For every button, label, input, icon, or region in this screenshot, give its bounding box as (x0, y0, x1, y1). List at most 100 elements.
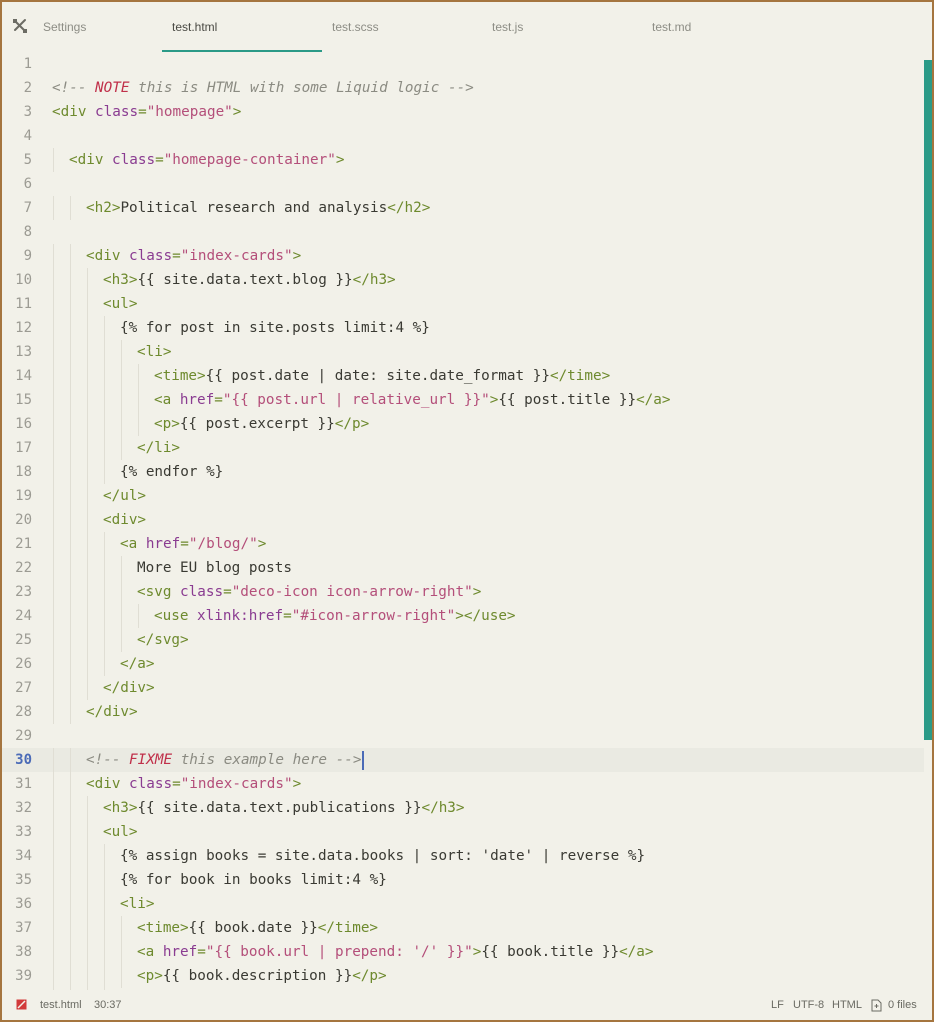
indent-guide (53, 532, 54, 556)
tab-test-md[interactable]: test.md (642, 2, 802, 52)
code-line[interactable]: 19 </ul> (2, 484, 924, 508)
tab-settings[interactable]: Settings (33, 2, 161, 52)
code-editor[interactable]: 1 2 <!-- NOTE this is HTML with some Liqui… (2, 52, 932, 990)
code-line[interactable]: 23 <svg class="deco-icon icon-arrow-right… (2, 580, 924, 604)
indent-guide (104, 652, 105, 676)
scrollbar[interactable] (924, 60, 932, 740)
code-text: <div> (103, 508, 146, 532)
code-line[interactable]: 24 <use xlink:href="#icon-arrow-right"></… (2, 604, 924, 628)
line-number: 2 (23, 80, 32, 96)
code-line[interactable]: 8 (2, 220, 924, 244)
code-text: </div> (103, 676, 155, 700)
code-line[interactable]: 2 <!-- NOTE this is HTML with some Liquid… (2, 76, 924, 100)
code-token: </h2> (387, 200, 431, 216)
status-line-ending[interactable]: LF (771, 990, 784, 1020)
indent-guide (104, 964, 105, 988)
code-line[interactable]: 9 <div class="index-cards"> (2, 244, 924, 268)
code-line[interactable]: 20 <div> (2, 508, 924, 532)
line-number: 4 (23, 128, 32, 144)
code-line[interactable]: 10 <h3>{{ site.data.text.blog }}</h3> (2, 268, 924, 292)
code-token: </div> (86, 704, 138, 720)
indent-guide (70, 196, 71, 220)
code-token: </ul> (103, 488, 147, 504)
tab-test-html-label: test.html (172, 20, 218, 34)
indent-guide (53, 628, 54, 652)
code-token: </time> (549, 368, 611, 384)
code-line[interactable]: 21 <a href="/blog/"> (2, 532, 924, 556)
code-line[interactable]: 32 <h3>{{ site.data.text.publications }}<… (2, 796, 924, 820)
indent-guide (53, 460, 54, 484)
code-text: <time>{{ book.date }}</time> (137, 916, 378, 940)
tab-test-scss-label: test.scss (332, 20, 379, 34)
code-line[interactable]: 3 <div class="homepage"> (2, 100, 924, 124)
indent-guide (87, 508, 88, 532)
code-token: </a> (636, 392, 671, 408)
tab-test-scss[interactable]: test.scss (322, 2, 482, 52)
code-line[interactable]: 22 More EU blog posts (2, 556, 924, 580)
code-line[interactable]: 28 </div> (2, 700, 924, 724)
code-line[interactable]: 6 (2, 172, 924, 196)
code-line[interactable]: 13 <li> (2, 340, 924, 364)
code-line[interactable]: 1 (2, 52, 924, 76)
status-cursor-position[interactable]: 30:37 (94, 990, 122, 1020)
code-line[interactable]: 26 </a> (2, 652, 924, 676)
status-bar: test.html 30:37 LF UTF-8 HTML 0 files (2, 990, 932, 1020)
code-text: <p>{{ book.description }}</p> (137, 964, 387, 988)
code-line[interactable]: 27 </div> (2, 676, 924, 700)
code-token: "#icon-arrow-right" (291, 608, 456, 624)
code-line[interactable]: 34 {% assign books = site.data.books | so… (2, 844, 924, 868)
code-line[interactable]: 7 <h2>Political research and analysis</h2… (2, 196, 924, 220)
code-line[interactable]: 39 <p>{{ book.description }}</p> (2, 964, 924, 988)
code-line[interactable]: 15 <a href="{{ post.url | relative_url }}… (2, 388, 924, 412)
indent-guide (53, 292, 54, 316)
code-line[interactable]: 33 <ul> (2, 820, 924, 844)
code-text: More EU blog posts (137, 556, 292, 580)
indent-guide (53, 796, 54, 820)
code-token: > (292, 776, 302, 792)
code-line[interactable]: 4 (2, 124, 924, 148)
indent-guide (121, 916, 122, 940)
code-line[interactable]: 25 </svg> (2, 628, 924, 652)
code-line[interactable]: 14 <time>{{ post.date | date: site.date_f… (2, 364, 924, 388)
code-line[interactable]: 31 <div class="index-cards"> (2, 772, 924, 796)
indent-guide (53, 412, 54, 436)
tab-test-html[interactable]: test.html (162, 2, 322, 52)
status-encoding[interactable]: UTF-8 (793, 990, 824, 1020)
code-line[interactable]: 36 <li> (2, 892, 924, 916)
indent-guide (104, 940, 105, 964)
indent-guide (70, 388, 71, 412)
indent-guide (138, 604, 139, 628)
code-line[interactable]: 37 <time>{{ book.date }}</time> (2, 916, 924, 940)
indent-guide (70, 364, 71, 388)
indent-guide (70, 460, 71, 484)
git-files-icon (871, 999, 882, 1012)
code-line[interactable]: 38 <a href="{{ book.url | prepend: '/' }}… (2, 940, 924, 964)
indent-guide (121, 580, 122, 604)
code-line[interactable]: 35 {% for book in books limit:4 %} (2, 868, 924, 892)
code-line[interactable]: 16 <p>{{ post.excerpt }}</p> (2, 412, 924, 436)
line-number: 38 (15, 944, 32, 960)
indent-guide (70, 604, 71, 628)
indent-guide (87, 316, 88, 340)
status-files-count[interactable]: 0 files (888, 990, 917, 1020)
code-token: {{ post.excerpt }} (179, 416, 335, 432)
status-grammar[interactable]: HTML (832, 990, 862, 1020)
indent-guide (104, 316, 105, 340)
tools-icon[interactable] (11, 17, 29, 35)
code-line[interactable]: 30 <!-- FIXME this example here --> (2, 748, 924, 772)
text-cursor (362, 750, 365, 770)
code-line[interactable]: 11 <ul> (2, 292, 924, 316)
status-file-name[interactable]: test.html (40, 990, 82, 1020)
line-number: 8 (23, 224, 32, 240)
code-line[interactable]: 12 {% for post in site.posts limit:4 %} (2, 316, 924, 340)
code-line[interactable]: 5 <div class="homepage-container"> (2, 148, 924, 172)
code-line[interactable]: 29 (2, 724, 924, 748)
line-number: 19 (15, 488, 32, 504)
indent-guide (53, 388, 54, 412)
tab-test-js-label: test.js (492, 20, 524, 34)
tab-test-js[interactable]: test.js (482, 2, 642, 52)
line-number: 10 (15, 272, 32, 288)
indent-guide (53, 316, 54, 340)
code-line[interactable]: 18 {% endfor %} (2, 460, 924, 484)
code-line[interactable]: 17 </li> (2, 436, 924, 460)
